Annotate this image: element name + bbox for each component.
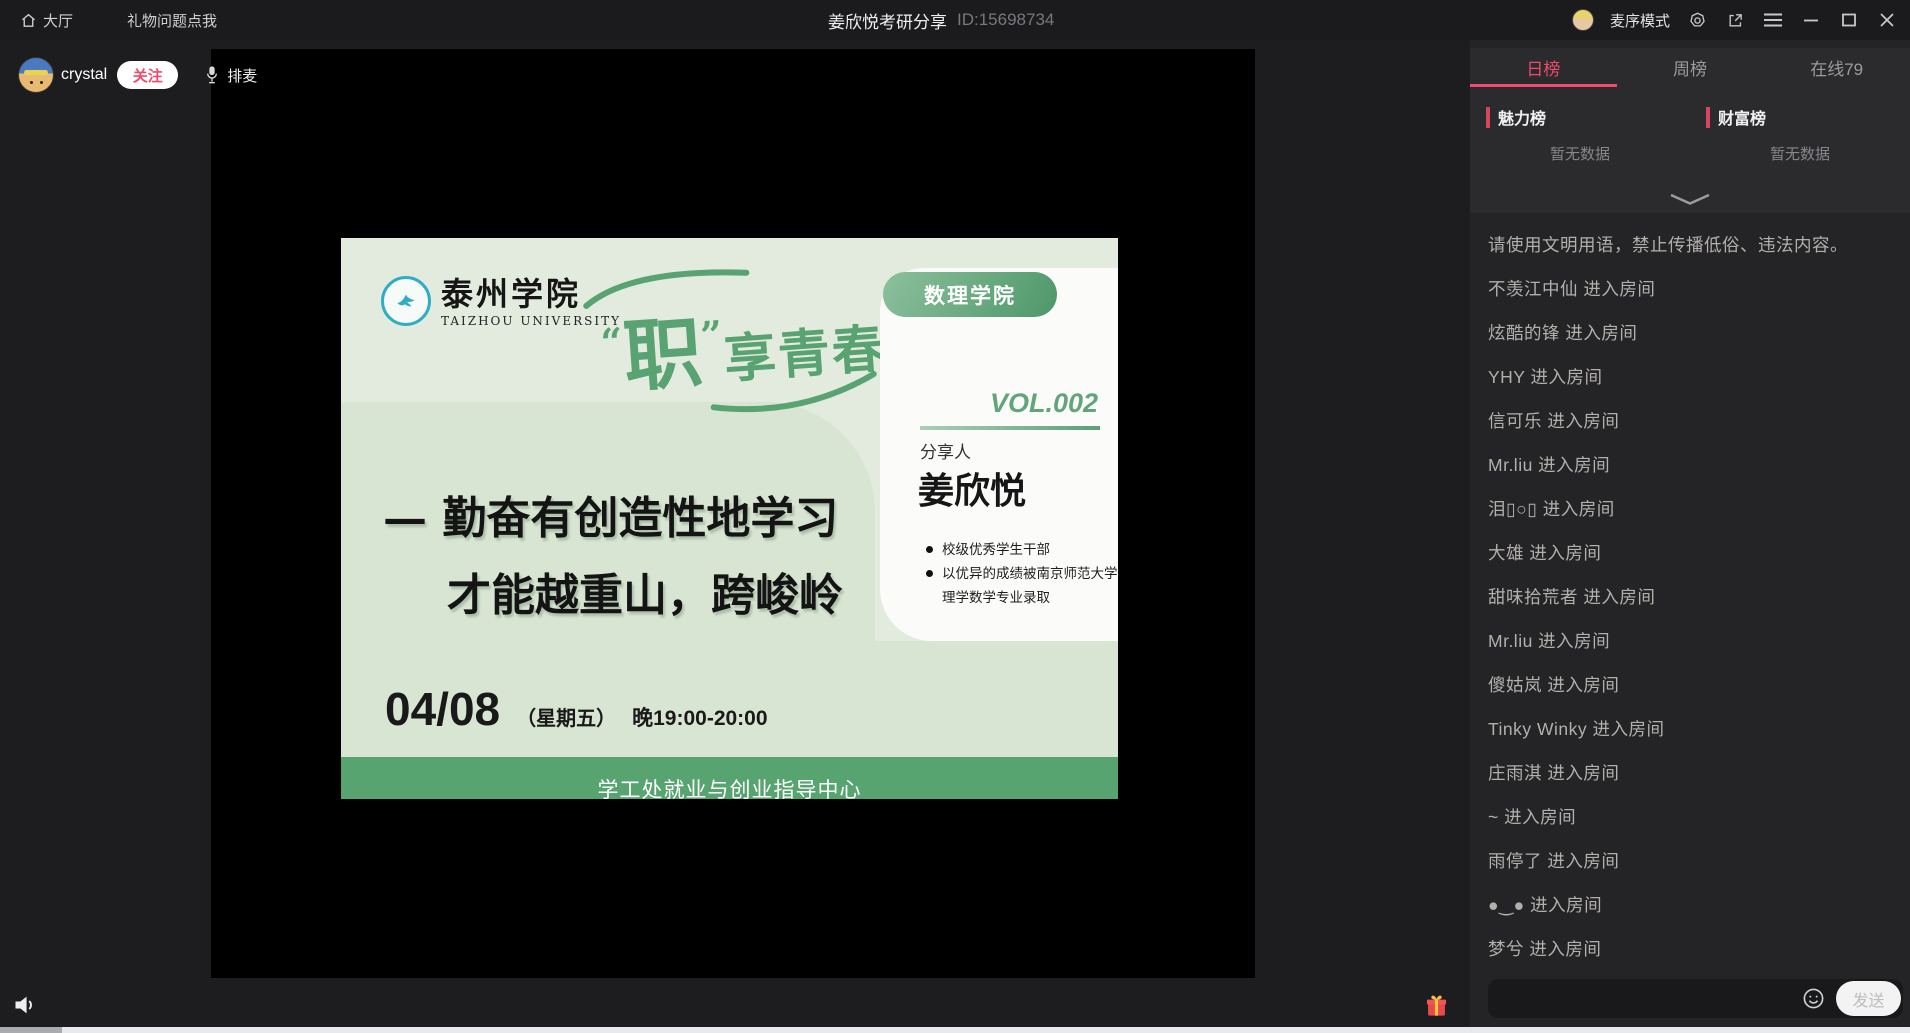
follow-button[interactable]: 关注 <box>117 61 178 89</box>
mic-mode-selector[interactable]: 麦序模式 <box>1610 10 1670 31</box>
chat-message: 雨停了 进入房间 <box>1488 839 1892 883</box>
red-bar <box>1706 107 1710 128</box>
chat-message: 请使用文明用语，禁止传播低俗、违法内容。 <box>1488 223 1892 267</box>
chat-message: 炫酷的锋 进入房间 <box>1488 311 1892 355</box>
college-badge: 数理学院 <box>883 272 1057 317</box>
collapse-panel-button[interactable] <box>1470 188 1910 210</box>
event-datetime: 04/08 （星期五） 晚19:00-20:00 <box>385 682 768 736</box>
volume-number: VOL.002 <box>990 388 1098 419</box>
achievement-item: 以优异的成绩被南京师范大学 <box>926 562 1118 586</box>
volume-speaker-icon[interactable] <box>12 991 40 1019</box>
slide-footer-banner: 学工处就业与创业指导中心 <box>341 757 1118 799</box>
streamer-avatar[interactable] <box>18 57 54 93</box>
presentation-slide: 泰州学院 TAIZHOU UNIVERSITY “职”享青春 数理学院 VOL.… <box>341 238 1118 799</box>
chat-message: 泪▯○▯ 进入房间 <box>1488 487 1892 531</box>
lobby-button[interactable]: 大厅 <box>20 10 73 31</box>
chat-message: ●‿● 进入房间 <box>1488 883 1892 927</box>
ranking-tabs: 日榜 周榜 在线79 <box>1470 48 1910 87</box>
titlebar: 大厅 礼物问题点我 姜欣悦考研分享 ID:15698734 麦序模式 <box>0 0 1910 40</box>
sharer-name: 姜欣悦 <box>918 462 1026 514</box>
chat-message: 梦兮 进入房间 <box>1488 927 1892 971</box>
close-button[interactable] <box>1876 9 1898 31</box>
charm-board-empty: 暂无数据 <box>1470 143 1690 164</box>
tab-weekly-rank[interactable]: 周榜 <box>1617 48 1764 87</box>
room-title: 姜欣悦考研分享 <box>828 8 947 33</box>
bullet-dot <box>926 570 933 577</box>
chat-message: 傻姑岚 进入房间 <box>1488 663 1892 707</box>
brand-logo: “职”享青春 <box>580 250 880 430</box>
chevron-down-icon <box>1669 193 1711 206</box>
chat-message: 信可乐 进入房间 <box>1488 399 1892 443</box>
chat-message: 庄雨淇 进入房间 <box>1488 751 1892 795</box>
chat-message: 不羡江中仙 进入房间 <box>1488 267 1892 311</box>
chat-input[interactable] <box>1500 979 1790 1018</box>
settings-gear-icon[interactable] <box>1686 9 1708 31</box>
chat-message-list[interactable]: 请使用文明用语，禁止传播低俗、违法内容。 不羡江中仙 进入房间 炫酷的锋 进入房… <box>1470 213 1910 973</box>
emoji-icon[interactable] <box>1802 987 1825 1010</box>
streamer-name: crystal <box>61 66 107 84</box>
slide-headline: — 勤奋有创造性地学习 才能越重山，跨峻岭 <box>383 480 843 634</box>
divider-line <box>920 426 1100 430</box>
maximize-button[interactable] <box>1838 9 1860 31</box>
chat-message: 大雄 进入房间 <box>1488 531 1892 575</box>
speaker-info-panel: 数理学院 VOL.002 分享人 姜欣悦 校级优秀学生干部 以优异的成绩被南京师… <box>880 268 1118 641</box>
room-id: ID:15698734 <box>957 10 1054 30</box>
gift-icon[interactable] <box>1423 992 1450 1019</box>
microphone-icon <box>204 64 220 86</box>
live-video-area: 泰州学院 TAIZHOU UNIVERSITY “职”享青春 数理学院 VOL.… <box>211 49 1255 978</box>
sharer-achievements: 校级优秀学生干部 以优异的成绩被南京师范大学 理学数学专业录取 <box>926 538 1118 610</box>
user-avatar[interactable] <box>1572 9 1594 31</box>
red-bar <box>1486 107 1490 128</box>
minimize-button[interactable] <box>1800 9 1822 31</box>
bullet-dot <box>926 546 933 553</box>
chat-message: ~ 进入房间 <box>1488 795 1892 839</box>
chat-message: YHY 进入房间 <box>1488 355 1892 399</box>
scrollbar-thumb[interactable] <box>0 1027 62 1033</box>
chat-message: Mr.liu 进入房间 <box>1488 619 1892 663</box>
tab-online-count[interactable]: 在线79 <box>1763 48 1910 87</box>
charm-board: 魅力榜 暂无数据 <box>1470 87 1690 167</box>
ranking-panel: 日榜 周榜 在线79 魅力榜 暂无数据 财富榜 暂无数据 <box>1470 48 1910 213</box>
horizontal-scrollbar[interactable] <box>0 1027 1910 1033</box>
achievement-item: 校级优秀学生干部 <box>926 538 1118 562</box>
send-button[interactable]: 发送 <box>1836 981 1901 1016</box>
popout-external-icon[interactable] <box>1724 9 1746 31</box>
chat-message: Tinky Winky 进入房间 <box>1488 707 1892 751</box>
menu-icon[interactable] <box>1762 9 1784 31</box>
chat-message: 甜味拾荒者 进入房间 <box>1488 575 1892 619</box>
chat-composer: 发送 <box>1488 979 1903 1018</box>
tab-daily-rank[interactable]: 日榜 <box>1470 48 1617 87</box>
chat-message: Mr.liu 进入房间 <box>1488 443 1892 487</box>
mic-queue-button[interactable]: 排麦 <box>204 64 257 86</box>
achievement-item: 理学数学专业录取 <box>926 586 1118 610</box>
university-seal-icon <box>381 276 431 326</box>
sidebar: 日榜 周榜 在线79 魅力榜 暂无数据 财富榜 暂无数据 请使用文明用语，禁止 <box>1470 40 1910 1033</box>
gift-question-link[interactable]: 礼物问题点我 <box>127 10 217 31</box>
home-icon <box>20 12 37 29</box>
room-header: 姜欣悦考研分享 ID:15698734 <box>828 0 1054 40</box>
lobby-label: 大厅 <box>43 10 73 31</box>
wealth-board-empty: 暂无数据 <box>1690 143 1910 164</box>
wealth-board: 财富榜 暂无数据 <box>1690 87 1910 167</box>
